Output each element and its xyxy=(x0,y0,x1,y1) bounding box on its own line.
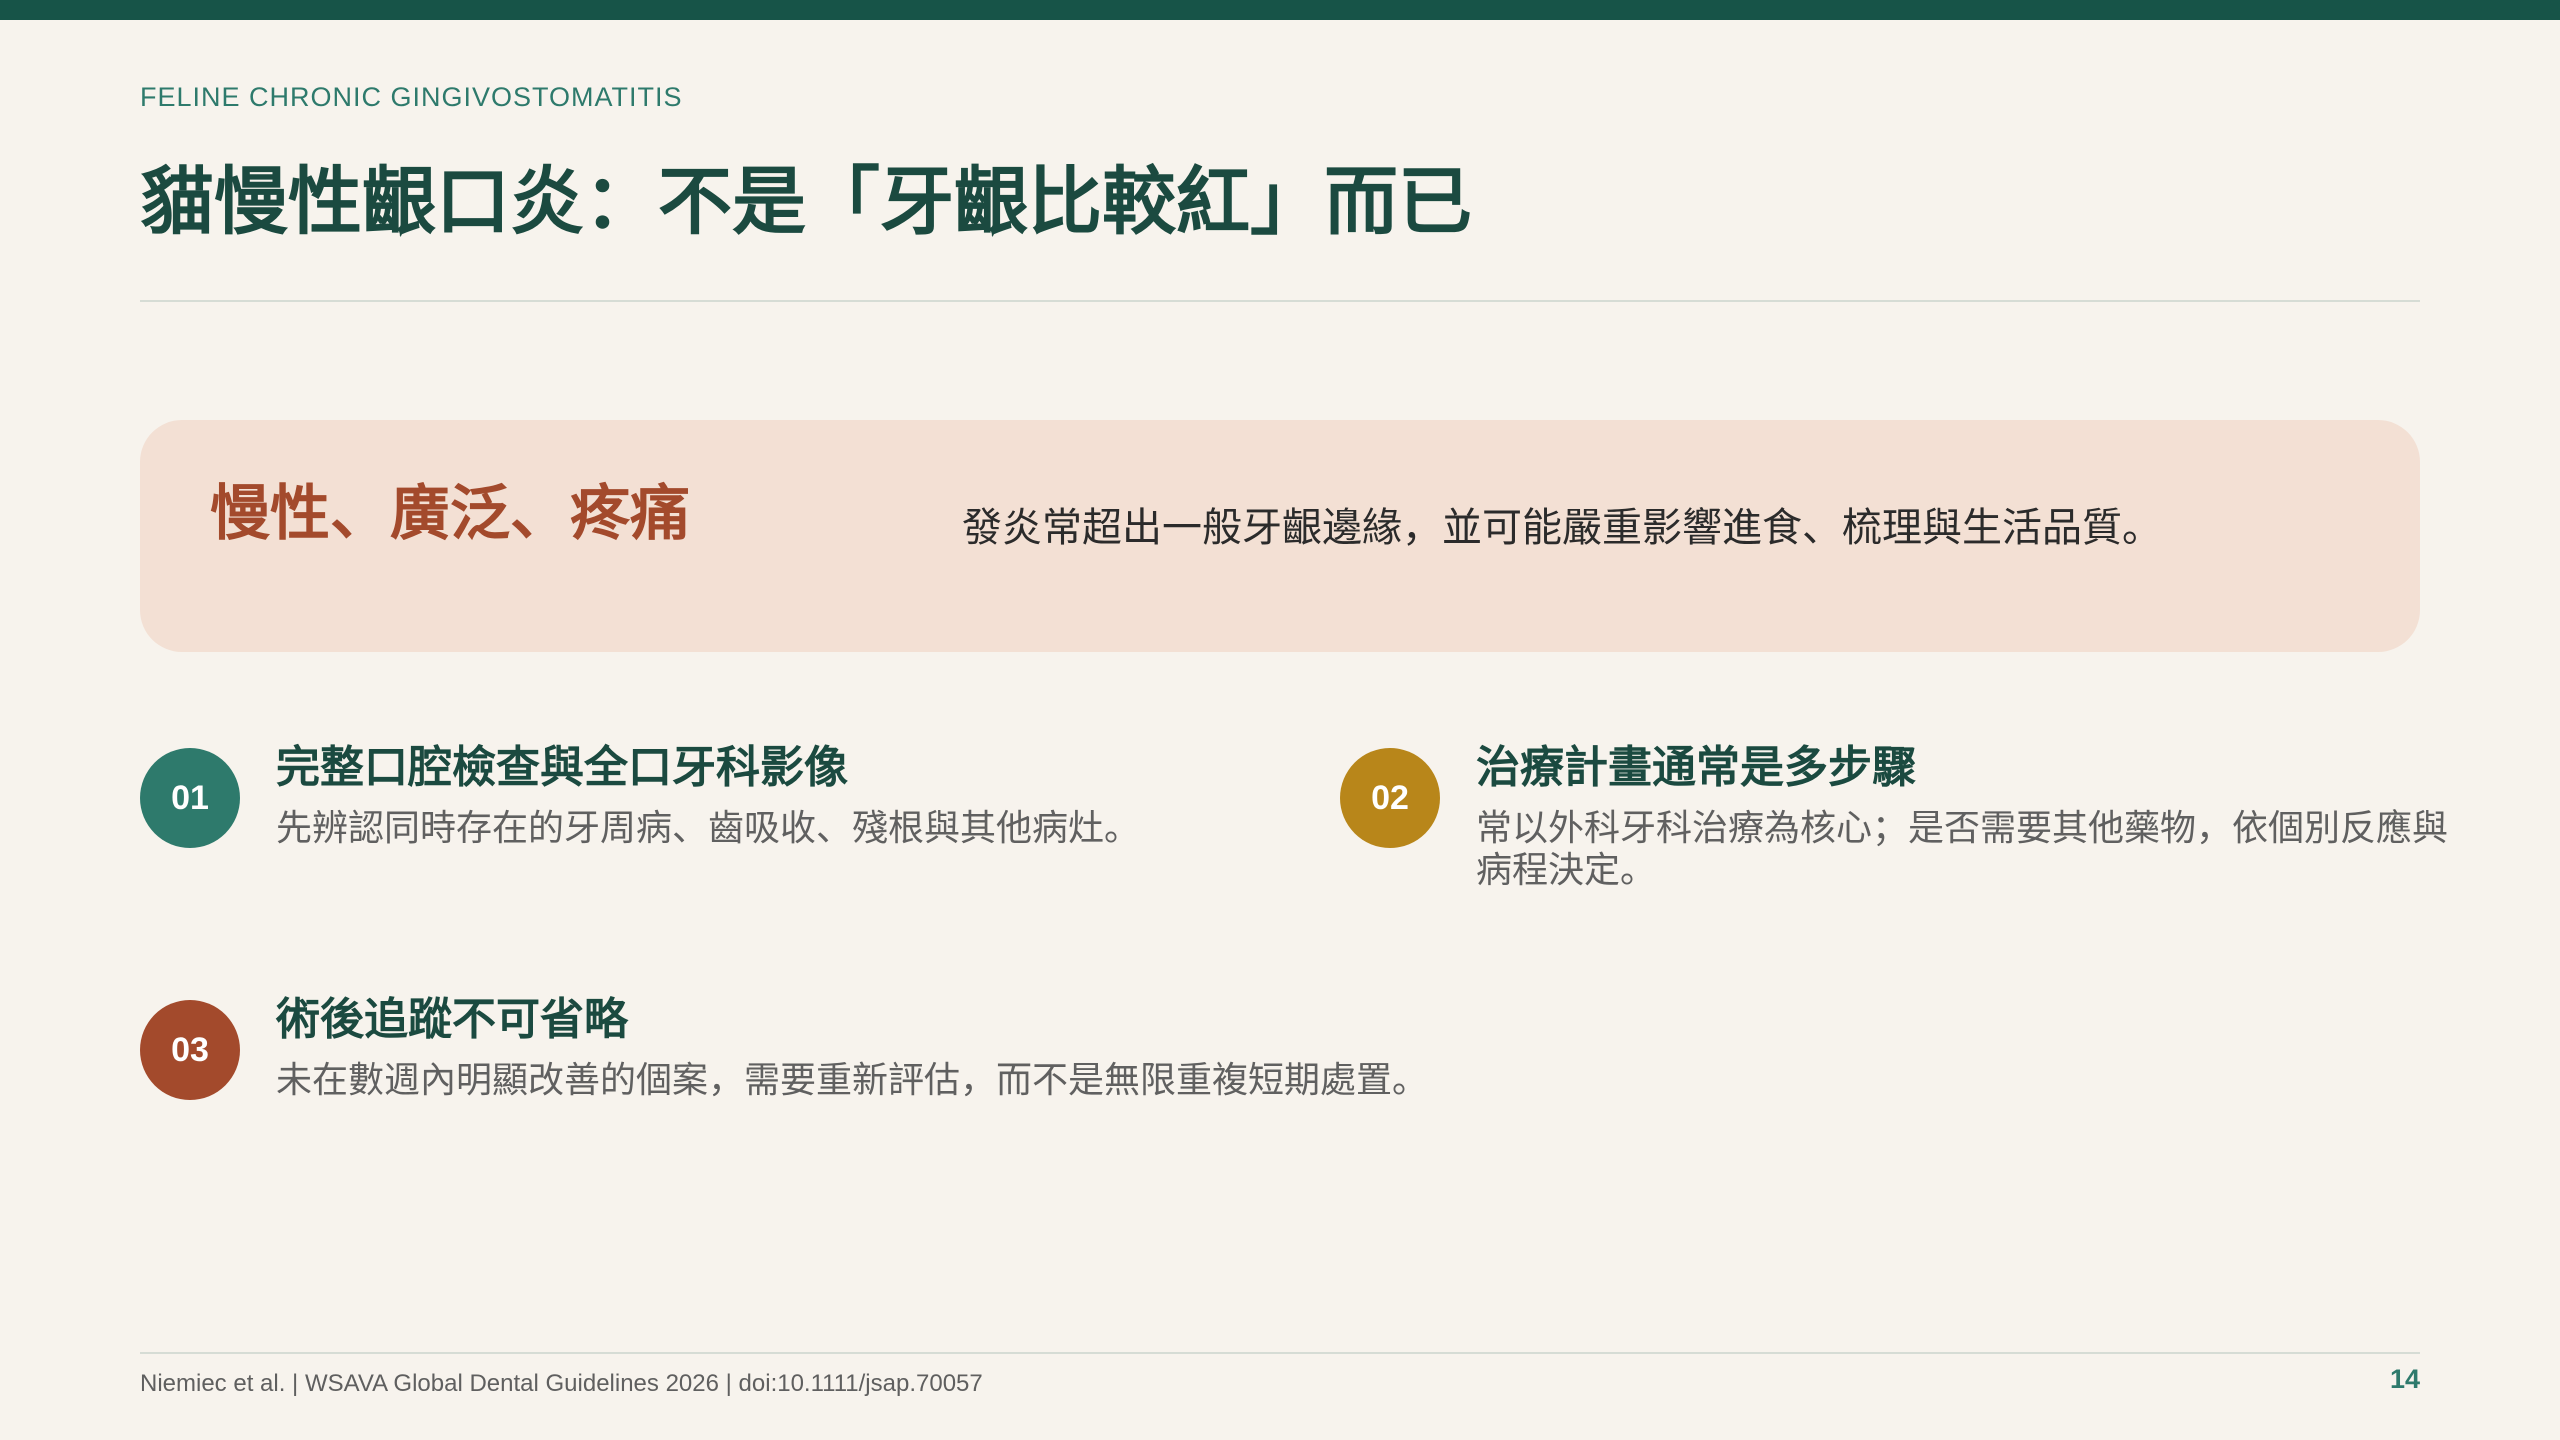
point-text: 先辨認同時存在的牙周病、齒吸收、殘根與其他病灶。 xyxy=(276,808,1141,849)
page-number: 14 xyxy=(2389,1364,2420,1394)
point-text: 未在數週內明顯改善的個案，需要重新評估，而不是無限重複短期處置。 xyxy=(276,1060,1429,1101)
number-badge: 01 xyxy=(140,748,240,848)
top-accent-bar xyxy=(0,0,2560,20)
point-title: 術後追蹤不可省略 xyxy=(276,994,628,1045)
number-badge: 02 xyxy=(1340,748,1440,848)
callout-heading: 慢性、廣泛、疼痛 xyxy=(210,479,690,549)
number-badge: 03 xyxy=(140,1000,240,1100)
slide-title: 貓慢性齦口炎：不是「牙齦比較紅」而已 xyxy=(140,159,1472,245)
point-title: 治療計畫通常是多步驟 xyxy=(1476,742,1916,793)
point-text: 常以外科牙科治療為核心；是否需要其他藥物，依個別反應與病程決定。 xyxy=(1476,808,2449,891)
title-divider xyxy=(140,300,2420,302)
footer-citation: Niemiec et al. | WSAVA Global Dental Gui… xyxy=(140,1370,983,1397)
highlight-callout: 慢性、廣泛、疼痛 發炎常超出一般牙齦邊緣，並可能嚴重影響進食、梳理與生活品質。 xyxy=(140,420,2420,652)
point-title: 完整口腔檢查與全口牙科影像 xyxy=(276,742,848,793)
callout-body: 發炎常超出一般牙齦邊緣，並可能嚴重影響進食、梳理與生活品質。 xyxy=(962,505,2162,551)
slide-eyebrow: FELINE CHRONIC GINGIVOSTOMATITIS xyxy=(140,82,683,112)
footer-divider xyxy=(140,1352,2420,1354)
